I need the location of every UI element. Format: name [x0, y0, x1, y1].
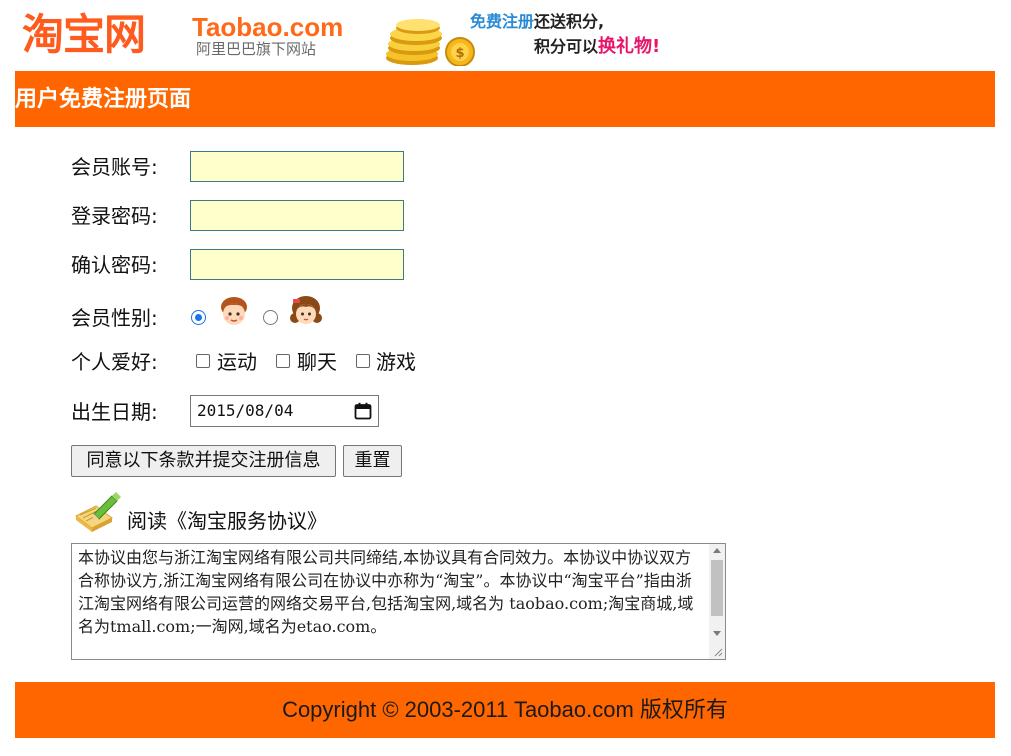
account-input[interactable]	[190, 151, 404, 182]
hobby-label: 个人爱好:	[71, 350, 158, 374]
account-row: 会员账号:	[71, 150, 411, 184]
taobao-logo[interactable]: 淘宝网 Taobao.com 阿里巴巴旗下网站	[22, 10, 362, 62]
girl-avatar-icon	[290, 296, 322, 324]
logo-english-text: Taobao.com	[192, 12, 344, 42]
hobby-chat-label[interactable]: 聊天	[297, 345, 337, 379]
confirm-password-row: 确认密码:	[71, 248, 411, 282]
footer-bar: Copyright © 2003-2011 Taobao.com 版权所有	[15, 682, 995, 738]
svg-text:$: $	[455, 46, 464, 61]
hobby-game-checkbox[interactable]	[356, 354, 370, 368]
hobby-row: 个人爱好: 运动 聊天 游戏	[71, 345, 431, 379]
birthday-label: 出生日期:	[71, 400, 158, 424]
logo-chinese-text: 淘宝网	[22, 10, 146, 59]
agreement-text: 本协议由您与浙江淘宝网络有限公司共同缔结,本协议具有合同效力。本协议中协议双方合…	[78, 548, 694, 636]
password-input[interactable]	[190, 200, 404, 231]
agreement-title: 阅读《淘宝服务协议》	[127, 509, 327, 533]
confirm-password-label: 确认密码:	[71, 253, 158, 277]
hobby-chat-checkbox[interactable]	[276, 354, 290, 368]
gender-female-radio[interactable]	[263, 310, 278, 325]
scroll-thumb[interactable]	[711, 560, 723, 616]
account-label: 会员账号:	[71, 155, 158, 179]
promo-line-2: 积分可以换礼物!	[534, 36, 661, 57]
password-row: 登录密码:	[71, 199, 411, 233]
birthday-row: 出生日期: 2015/08/04	[71, 395, 391, 429]
page-title-bar: 用户免费注册页面	[15, 71, 995, 127]
gender-row: 会员性别:	[71, 296, 331, 335]
birthday-date-input[interactable]: 2015/08/04	[190, 395, 379, 427]
gender-male-radio[interactable]	[191, 310, 206, 325]
calendar-icon[interactable]	[354, 402, 372, 420]
password-label: 登录密码:	[71, 204, 158, 228]
promo-line-1: 免费注册还送积分,	[470, 12, 605, 31]
boy-avatar-icon	[221, 297, 247, 325]
submit-registration-button[interactable]: 同意以下条款并提交注册信息	[71, 445, 336, 477]
reset-button[interactable]: 重置	[343, 445, 402, 477]
hobby-sport-label[interactable]: 运动	[217, 345, 257, 379]
resize-grip-icon[interactable]	[713, 647, 723, 657]
hobby-sport-checkbox[interactable]	[196, 354, 210, 368]
pencil-note-icon	[75, 492, 121, 532]
register-promo-banner[interactable]: $ 免费注册还送积分, 积分可以换礼物!	[382, 10, 712, 66]
page-title: 用户免费注册页面	[15, 87, 192, 112]
gold-coins-icon: $	[386, 19, 475, 66]
gender-label: 会员性别:	[71, 306, 158, 330]
logo-subtitle: 阿里巴巴旗下网站	[196, 40, 317, 58]
scroll-down-arrow-icon[interactable]	[713, 631, 721, 636]
agreement-scrollbar[interactable]	[709, 544, 725, 659]
copyright-text: Copyright © 2003-2011 Taobao.com 版权所有	[282, 697, 728, 722]
agreement-textarea[interactable]: 本协议由您与浙江淘宝网络有限公司共同缔结,本协议具有合同效力。本协议中协议双方合…	[71, 543, 726, 660]
scroll-up-arrow-icon[interactable]	[713, 548, 721, 553]
hobby-game-label[interactable]: 游戏	[376, 345, 416, 379]
birthday-value: 2015/08/04	[197, 401, 294, 420]
confirm-password-input[interactable]	[190, 249, 404, 280]
